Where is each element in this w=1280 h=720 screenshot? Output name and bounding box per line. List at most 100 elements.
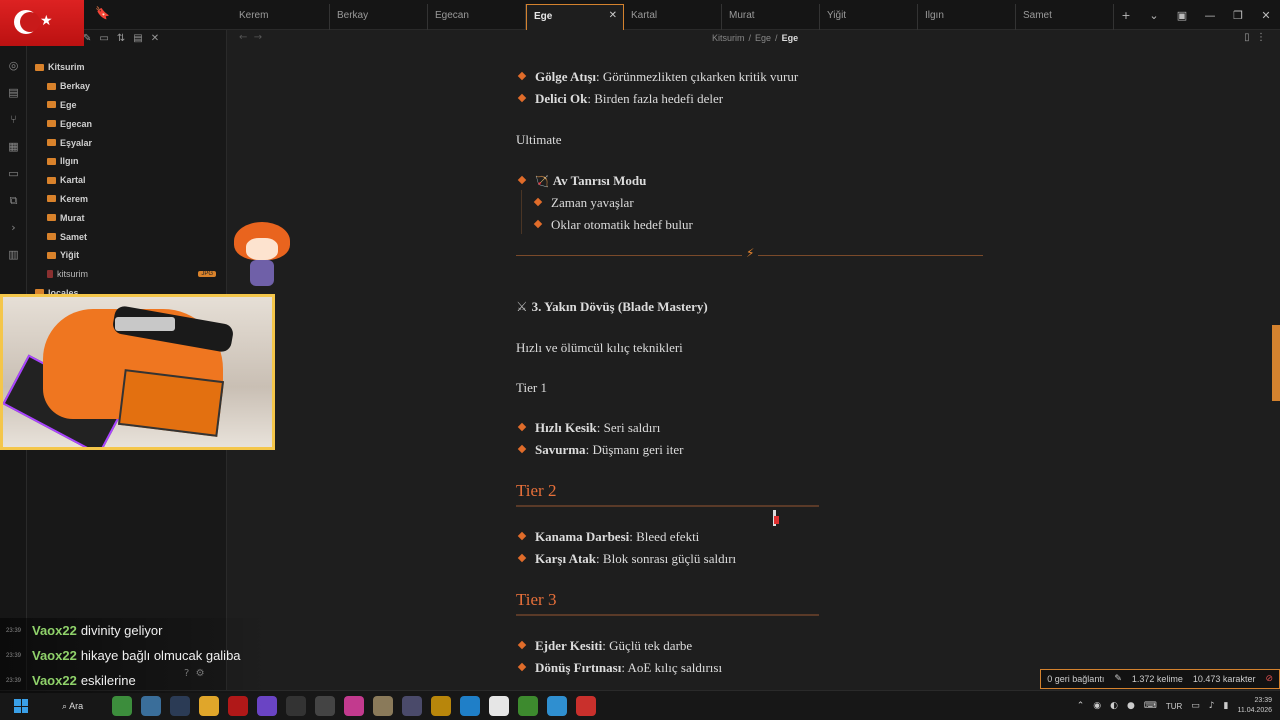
breadcrumb-root[interactable]: Kitsurim — [712, 33, 745, 43]
folder-label: Berkay — [60, 81, 91, 92]
new-note-icon[interactable]: ✎ — [83, 33, 91, 50]
launcher-icon[interactable] — [431, 696, 451, 716]
language-indicator[interactable]: TUR — [1166, 702, 1182, 711]
folder-murat[interactable]: Murat — [27, 208, 226, 227]
minimize-icon[interactable]: — — [1196, 9, 1224, 22]
close-window-icon[interactable]: ✕ — [1252, 9, 1280, 22]
new-tab-icon[interactable]: + — [1112, 9, 1140, 22]
map-pin-icon[interactable]: ◎ — [0, 52, 27, 79]
tab-list: Kerem Berkay Egecan Ege ✕ Kartal Murat Yi… — [232, 4, 1114, 30]
chat-user: Vaox22 — [32, 673, 77, 688]
edit-mode-icon[interactable]: ✎ — [1114, 674, 1122, 684]
tab-berkay[interactable]: Berkay — [330, 4, 428, 30]
folder-kartal[interactable]: Kartal — [27, 171, 226, 190]
divider: ⚡ — [516, 246, 983, 260]
mic-icon[interactable]: ● — [1127, 701, 1135, 711]
folder-berkay[interactable]: Berkay — [27, 77, 226, 96]
taskbar-search[interactable]: ⌕ Ara — [54, 697, 91, 715]
terminal-icon[interactable]: › — [0, 214, 27, 241]
folder-ege[interactable]: Ege — [27, 96, 226, 115]
close-tab-icon[interactable]: ✕ — [609, 10, 617, 21]
sidebar-toggle-icon[interactable]: ▣ — [1168, 9, 1196, 22]
record-app-icon[interactable] — [576, 696, 596, 716]
clock[interactable]: 23:39 11.04.2026 — [1237, 696, 1272, 716]
folder-egecan[interactable]: Egecan — [27, 114, 226, 133]
xbox-app-icon[interactable] — [112, 696, 132, 716]
crossed-swords-icon: ⚔ — [516, 300, 528, 315]
sort-icon[interactable]: ⇅ — [117, 33, 125, 50]
bookmark-icon[interactable]: 🔖 — [95, 6, 110, 20]
battery-icon[interactable]: ▮ — [1224, 701, 1229, 711]
tab-murat[interactable]: Murat — [722, 4, 820, 30]
folder-kitsurim[interactable]: Kitsurim — [27, 58, 226, 77]
folder-esyalar[interactable]: Eşyalar — [27, 133, 226, 152]
breadcrumb-parent[interactable]: Ege — [755, 33, 771, 43]
file-icon[interactable]: ▤ — [0, 79, 27, 106]
backlinks-count[interactable]: 0 geri bağlantı — [1047, 674, 1104, 684]
file-tree: Kitsurim Berkay Ege Egecan Eşyalar Ilgın… — [27, 58, 226, 302]
browser-icon[interactable] — [460, 696, 480, 716]
opera-icon[interactable] — [228, 696, 248, 716]
minecraft-icon[interactable] — [518, 696, 538, 716]
notepad-icon[interactable] — [489, 696, 509, 716]
sync-off-icon[interactable]: ⊘ — [1265, 674, 1273, 684]
folder-app-icon[interactable] — [199, 696, 219, 716]
skill-name: Hızlı Kesik — [535, 420, 597, 435]
app-icon[interactable] — [402, 696, 422, 716]
reading-view-icon[interactable]: ▯ ⋮ — [1244, 32, 1266, 43]
file-manager-icon[interactable] — [141, 696, 161, 716]
tab-kartal[interactable]: Kartal — [624, 4, 722, 30]
volume-icon[interactable]: ♪ — [1209, 701, 1215, 711]
tab-label: Berkay — [337, 10, 369, 21]
tab-label: Samet — [1023, 10, 1052, 21]
chat-text: eskilerine — [80, 673, 136, 688]
tab-egecan[interactable]: Egecan — [428, 4, 526, 30]
photos-icon[interactable] — [547, 696, 567, 716]
close-icon[interactable]: ✕ — [151, 33, 159, 50]
pinned-apps — [112, 696, 596, 716]
instagram-icon[interactable] — [344, 696, 364, 716]
start-icon[interactable] — [14, 699, 28, 713]
folder-label: Samet — [60, 231, 88, 242]
folder-label: Ege — [60, 99, 77, 110]
tab-ege[interactable]: Ege ✕ — [526, 4, 624, 30]
chat-message: 23:39 Vaox22 eskilerine — [0, 668, 270, 693]
folder-label: Kerem — [60, 193, 89, 204]
new-folder-icon[interactable]: ▭ — [99, 33, 108, 50]
nav-back-forward-icon[interactable]: ← → — [239, 32, 262, 43]
clock-time: 23:39 — [1254, 697, 1272, 704]
tab-ilgin[interactable]: Ilgın — [918, 4, 1016, 30]
folder-kerem[interactable]: Kerem — [27, 190, 226, 209]
folder-ilgin[interactable]: Ilgın — [27, 152, 226, 171]
tab-list-chevron-icon[interactable]: ⌄ — [1140, 9, 1168, 22]
obsidian-icon[interactable] — [257, 696, 277, 716]
scrollbar-thumb[interactable] — [1272, 325, 1280, 401]
tab-yigit[interactable]: Yiğit — [820, 4, 918, 30]
tab-kerem[interactable]: Kerem — [232, 4, 330, 30]
skill-desc: Görünmezlikten çıkarken kritik vurur — [602, 69, 799, 84]
steam-icon[interactable] — [170, 696, 190, 716]
collapse-icon[interactable]: ▤ — [133, 33, 142, 50]
folder-samet[interactable]: Samet — [27, 227, 226, 246]
github-icon[interactable] — [315, 696, 335, 716]
section-heading-text: 3. Yakın Dövüş (Blade Mastery) — [531, 299, 708, 314]
text-cursor-icon — [771, 510, 779, 526]
tab-samet[interactable]: Samet — [1016, 4, 1114, 30]
folder-label: Ilgın — [60, 156, 79, 167]
maximize-icon[interactable]: ❐ — [1224, 9, 1252, 22]
obs-icon[interactable] — [286, 696, 306, 716]
keyboard-icon[interactable]: ⌨ — [1144, 701, 1157, 711]
copy-icon[interactable]: ⧉ — [0, 187, 27, 214]
chevron-up-icon[interactable]: ⌃ — [1077, 701, 1085, 711]
canvas-icon[interactable]: ▦ — [0, 133, 27, 160]
game-app-icon[interactable] — [373, 696, 393, 716]
calendar-icon[interactable]: ▭ — [0, 160, 27, 187]
template-icon[interactable]: ▥ — [0, 241, 27, 268]
graph-icon[interactable]: ⑂ — [0, 106, 27, 133]
skill-desc: Güçlü tek darbe — [609, 638, 693, 653]
display-icon[interactable]: ▭ — [1191, 701, 1200, 711]
folder-yigit[interactable]: Yiğit — [27, 246, 226, 265]
security-icon[interactable]: ◐ — [1110, 701, 1118, 711]
file-kitsurim[interactable]: kitsurim JPG — [27, 265, 226, 284]
steam-tray-icon[interactable]: ◉ — [1093, 701, 1101, 711]
